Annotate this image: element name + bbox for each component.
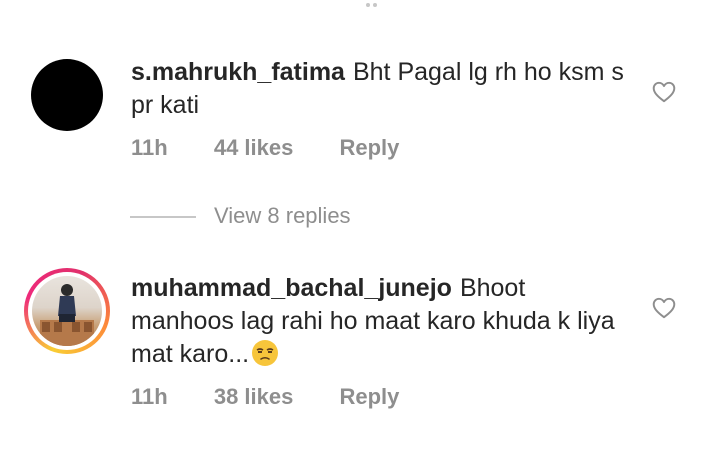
replies-divider	[130, 216, 196, 218]
comment-body: muhammad_bachal_junejo Bhoot manhoos lag …	[131, 272, 631, 371]
reply-button[interactable]: Reply	[339, 384, 399, 410]
comment-body: s.mahrukh_fatima Bht Pagal lg rh ho ksm s…	[131, 56, 631, 122]
more-indicator	[366, 0, 388, 7]
view-replies-label[interactable]: View 8 replies	[214, 203, 351, 229]
avatar-ring-gap	[28, 272, 106, 350]
heart-outline-icon[interactable]	[651, 79, 677, 105]
unamused-face-emoji	[252, 340, 279, 366]
comment-meta: 11h 44 likes Reply	[131, 135, 399, 161]
avatar-figure	[40, 284, 94, 346]
comment-likes[interactable]: 38 likes	[214, 384, 294, 410]
heart-outline-icon[interactable]	[651, 295, 677, 321]
dot	[373, 3, 377, 7]
comment-meta: 11h 38 likes Reply	[131, 384, 399, 410]
comment-time: 11h	[131, 384, 168, 409]
reply-button[interactable]: Reply	[339, 135, 399, 161]
avatar-photo	[32, 276, 102, 346]
avatar[interactable]	[24, 268, 110, 354]
comment-username[interactable]: s.mahrukh_fatima	[131, 58, 345, 86]
comment-likes[interactable]: 44 likes	[214, 135, 294, 161]
comment-time: 11h	[131, 135, 168, 160]
comment-username[interactable]: muhammad_bachal_junejo	[131, 274, 452, 302]
avatar[interactable]	[31, 59, 103, 131]
dot	[366, 3, 370, 7]
